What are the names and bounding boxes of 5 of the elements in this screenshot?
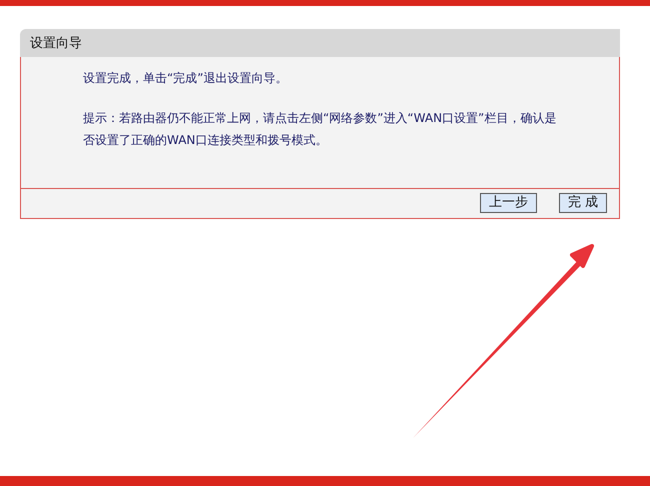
message-text: 提示：若路由器仍不能正常上网，请点击左侧“网络参数”进入“WAN口设置”栏目，确认是否设置了正确的WAN口连接类型和拨号模式。: [83, 110, 558, 149]
dialog-button[interactable]: 完 成: [558, 193, 607, 213]
message-text: 设置完成，单击“完成”退出设置向导。: [83, 70, 288, 87]
dialog-title: 设置向导: [20, 29, 620, 57]
dialog-button[interactable]: 上一步: [480, 193, 537, 213]
